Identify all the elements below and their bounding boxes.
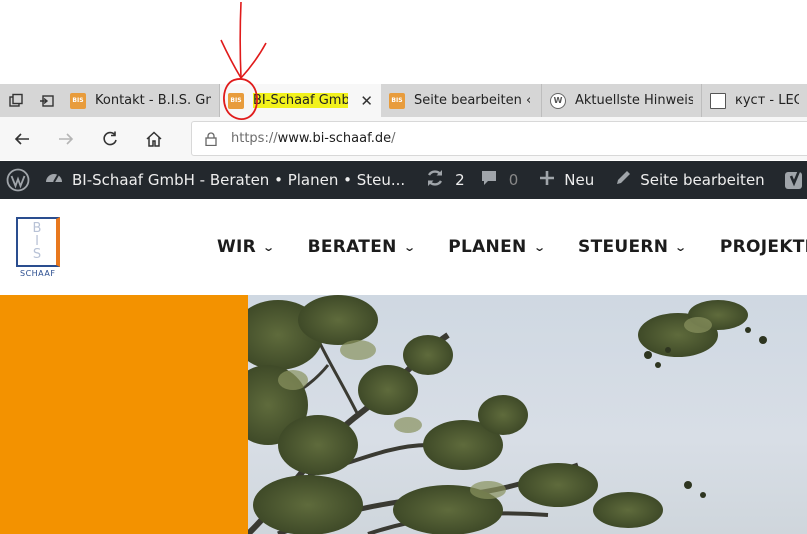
pencil-icon xyxy=(614,169,632,192)
chevron-down-icon: ⌄ xyxy=(262,240,276,254)
plus-icon xyxy=(538,169,556,192)
comments-count: 0 xyxy=(508,171,519,189)
main-navigation: WIR ⌄ BERATEN ⌄ PLANEN ⌄ STEUERN ⌄ PROJEKTE xyxy=(217,237,807,257)
nav-item-planen[interactable]: PLANEN ⌄ xyxy=(448,237,546,257)
hero-section xyxy=(0,295,807,534)
nav-item-steuern[interactable]: STEUERN ⌄ xyxy=(578,237,688,257)
annotation-area xyxy=(0,0,807,84)
tab-leo[interactable]: куст - LEO: Ü xyxy=(702,84,807,117)
bis-favicon-icon: BIS xyxy=(70,92,86,109)
nav-label: PROJEKTE xyxy=(719,237,807,257)
site-header: BIS SCHAAF WIR ⌄ BERATEN ⌄ PLANEN ⌄ STEUERN… xyxy=(0,199,807,295)
lock-icon xyxy=(205,131,217,146)
wordpress-admin-bar: BI-Schaaf GmbH - Beraten • Planen • Steu… xyxy=(0,161,807,199)
updates-count: 2 xyxy=(455,171,465,189)
nav-label: PLANEN xyxy=(448,237,527,257)
hero-orange-panel xyxy=(0,295,248,534)
adminbar-site-name[interactable]: BI-Schaaf GmbH - Beraten • Planen • Steu… xyxy=(37,161,412,199)
tab-title: BI-Schaaf GmbH xyxy=(253,93,349,108)
forward-icon[interactable] xyxy=(44,117,88,160)
tab-kontakt[interactable]: BIS Kontakt - B.I.S. GmbH xyxy=(62,84,220,117)
nav-item-wir[interactable]: WIR ⌄ xyxy=(217,237,276,257)
tab-title: Aktuellste Hinweise | xyxy=(575,93,693,108)
nav-label: WIR xyxy=(217,237,257,257)
back-icon[interactable] xyxy=(0,117,44,160)
url-input[interactable]: https://www.bi-schaaf.de / xyxy=(191,121,807,156)
nav-label: BERATEN xyxy=(307,237,397,257)
tab-aktuellste-hinweise[interactable]: W Aktuellste Hinweise | xyxy=(542,84,702,117)
tab-title-text: BI-Schaaf GmbH xyxy=(253,93,349,108)
adminbar-comments[interactable]: 0 xyxy=(472,161,526,199)
chevron-down-icon: ⌄ xyxy=(532,240,546,254)
url-host: www.bi-schaaf.de xyxy=(277,131,392,146)
adminbar-updates[interactable]: 2 xyxy=(418,161,472,199)
site-logo[interactable]: BIS SCHAAF xyxy=(16,217,62,278)
close-icon[interactable]: ✕ xyxy=(360,92,373,110)
document-icon xyxy=(710,92,726,109)
url-scheme: https:// xyxy=(231,131,278,146)
url-path: / xyxy=(391,131,396,146)
wordpress-icon: W xyxy=(550,92,566,109)
address-bar-row: https://www.bi-schaaf.de / xyxy=(0,117,807,160)
updates-icon xyxy=(425,168,445,193)
comment-icon xyxy=(479,168,499,193)
tab-title: Seite bearbeiten ‹ BI- xyxy=(414,93,533,108)
adminbar-site-title: BI-Schaaf GmbH - Beraten • Planen • Steu… xyxy=(72,171,406,189)
yoast-icon[interactable] xyxy=(772,161,807,199)
tab-title: Kontakt - B.I.S. GmbH xyxy=(95,93,211,108)
chevron-down-icon: ⌄ xyxy=(674,240,688,254)
edit-page-label: Seite bearbeiten xyxy=(640,171,765,189)
new-label: Neu xyxy=(564,171,595,189)
hero-tree-photo xyxy=(248,295,807,534)
wordpress-logo-icon[interactable] xyxy=(0,161,37,199)
bis-favicon-icon: BIS xyxy=(389,92,405,109)
screenshot-root: BIS Kontakt - B.I.S. GmbH BIS BI-Schaaf … xyxy=(0,0,807,534)
browser-tab-strip: BIS Kontakt - B.I.S. GmbH BIS BI-Schaaf … xyxy=(0,84,807,117)
nav-item-beraten[interactable]: BERATEN ⌄ xyxy=(307,237,417,257)
logo-letters: BIS xyxy=(32,221,42,262)
adminbar-edit-page[interactable]: Seite bearbeiten xyxy=(607,161,771,199)
nav-label: STEUERN xyxy=(578,237,669,257)
home-icon[interactable] xyxy=(132,117,176,160)
chevron-down-icon: ⌄ xyxy=(402,240,417,254)
refresh-icon[interactable] xyxy=(88,117,132,160)
tab-title: куст - LEO: Ü xyxy=(735,93,799,108)
nav-item-projekte[interactable]: PROJEKTE xyxy=(720,237,807,257)
tab-seite-bearbeiten[interactable]: BIS Seite bearbeiten ‹ BI- xyxy=(381,84,542,117)
logo-word: SCHAAF xyxy=(20,269,56,278)
adminbar-new[interactable]: Neu xyxy=(531,161,601,199)
set-aside-icon[interactable] xyxy=(31,84,62,117)
bis-favicon-icon: BIS xyxy=(228,92,244,109)
tab-actions-icon[interactable] xyxy=(0,84,31,117)
tab-bi-schaaf-active[interactable]: BIS BI-Schaaf GmbH ✕ xyxy=(220,84,381,117)
dashboard-icon xyxy=(44,168,64,193)
